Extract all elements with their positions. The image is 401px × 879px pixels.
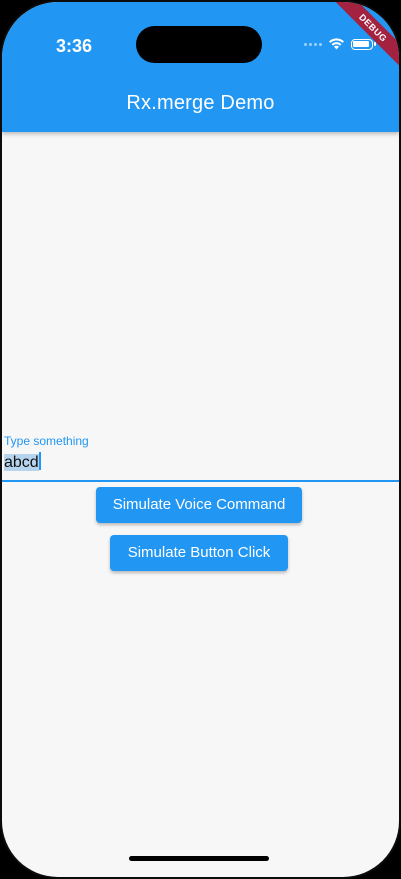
status-time: 3:36 [56, 36, 93, 56]
status-icons [304, 38, 376, 50]
text-field-label: Type something [4, 434, 89, 448]
wifi-icon [329, 38, 344, 50]
battery-icon [351, 38, 376, 50]
home-indicator[interactable] [129, 856, 269, 861]
signal-icon [304, 42, 322, 46]
text-cursor [38, 452, 41, 470]
app-bar: 3:36 Rx.merge Demo [2, 2, 399, 132]
simulate-button-click-button[interactable]: Simulate Button Click [110, 535, 288, 571]
text-field-input[interactable]: abcd [4, 452, 41, 472]
text-field-underline [2, 480, 399, 482]
dynamic-island [136, 26, 262, 63]
device-frame: 3:36 Rx.merge Demo DEBUG Type something … [0, 0, 401, 879]
simulate-voice-command-button[interactable]: Simulate Voice Command [96, 487, 302, 523]
app-screen: 3:36 Rx.merge Demo DEBUG Type something … [2, 2, 399, 877]
text-field-value: abcd [4, 454, 39, 471]
page-title: Rx.merge Demo [126, 92, 275, 114]
